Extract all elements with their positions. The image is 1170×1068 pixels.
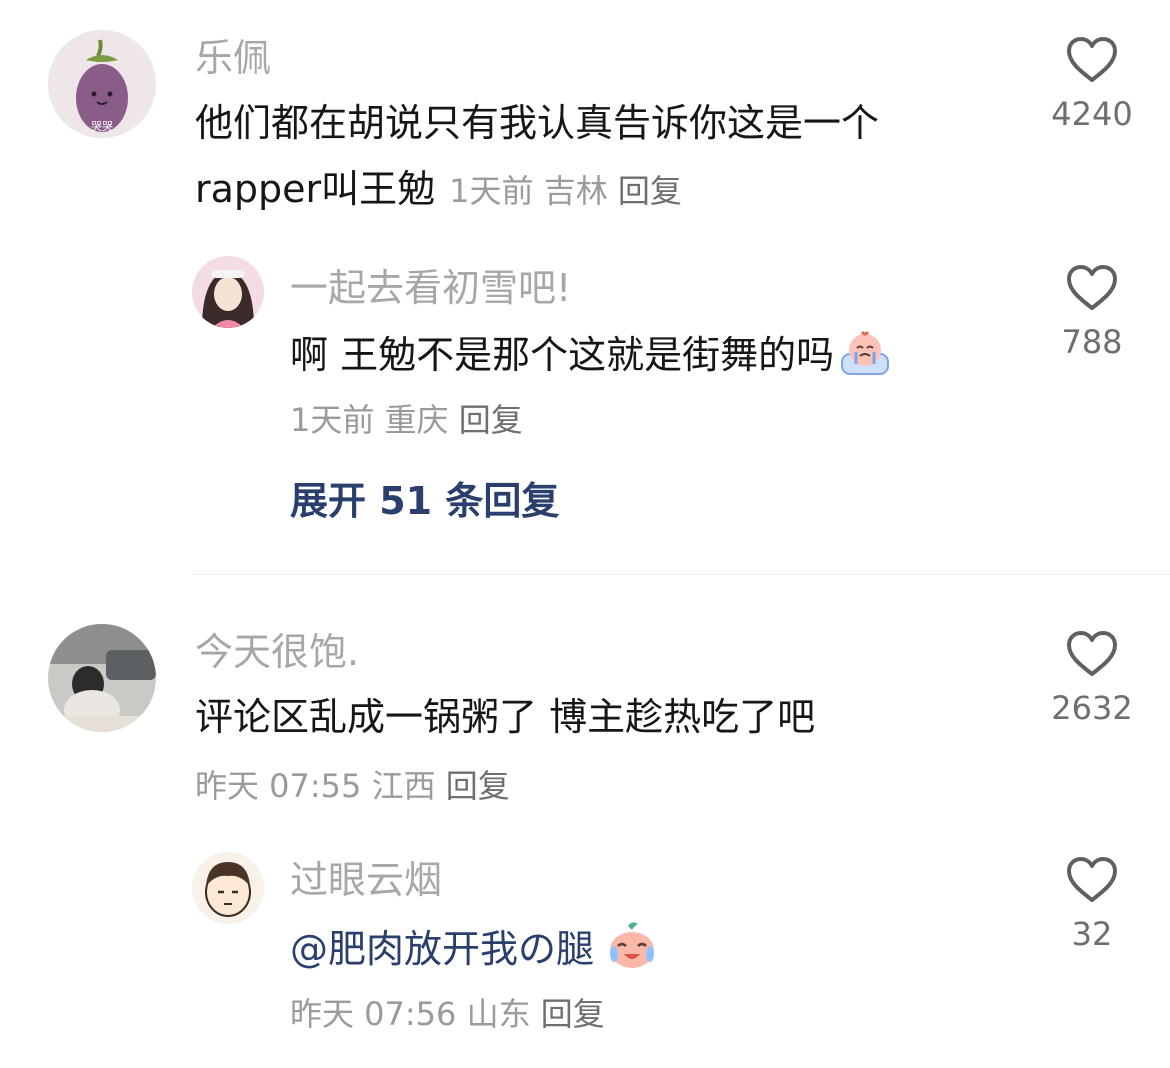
reply-author-name[interactable]: 过眼云烟 — [290, 858, 442, 902]
reply-time: 昨天 07:56 — [290, 995, 457, 1033]
comment-text: 评论区乱成一锅粥了 博主趁热吃了吧 — [195, 695, 816, 739]
comment-text-line-1: 他们都在胡说只有我认真告诉你这是一个 — [195, 101, 880, 145]
comment-time: 1天前 — [449, 172, 534, 210]
reply-button[interactable]: 回复 — [541, 995, 605, 1033]
like-count: 4240 — [1051, 95, 1133, 133]
laughing-crying-peach-emoji — [606, 920, 658, 980]
comment-location: 江西 — [371, 767, 436, 805]
reply-location: 山东 — [466, 995, 531, 1033]
like-button[interactable]: 4240 — [1042, 36, 1142, 134]
comment-text-line-2-content: rapper叫王勉 — [195, 167, 436, 211]
expand-replies-button[interactable]: 展开 51 条回复 — [290, 478, 559, 524]
heart-icon — [1067, 631, 1117, 676]
comment-author-name[interactable]: 乐佩 — [195, 36, 271, 80]
heart-icon — [1067, 265, 1117, 310]
like-button[interactable]: 788 — [1042, 264, 1142, 362]
reply-avatar[interactable] — [192, 852, 264, 924]
like-count: 788 — [1061, 323, 1123, 361]
reply-time: 1天前 — [290, 401, 375, 439]
heart-icon — [1067, 857, 1117, 902]
reply-button[interactable]: 回复 — [618, 172, 682, 210]
reply-text: @肥肉放开我の腿 — [290, 920, 658, 980]
comment-text-line-2: rapper叫王勉 1天前 吉林 回复 — [195, 166, 682, 212]
like-count: 32 — [1071, 915, 1113, 953]
comment-time: 昨天 07:55 — [195, 767, 362, 805]
avatar-caption: 哭哭 — [91, 120, 113, 133]
comment-location: 吉林 — [543, 172, 608, 210]
reply-avatar[interactable] — [192, 256, 264, 328]
reply-meta: 昨天 07:56 山东 回复 — [290, 994, 605, 1034]
heart-icon — [1067, 37, 1117, 82]
like-button[interactable]: 2632 — [1042, 630, 1142, 728]
crying-peach-emoji — [838, 328, 892, 386]
avatar[interactable] — [48, 624, 156, 732]
reply-button[interactable]: 回复 — [446, 767, 510, 805]
reply-location: 重庆 — [384, 401, 449, 439]
like-count: 2632 — [1051, 689, 1133, 727]
reply-meta: 1天前 重庆 回复 — [290, 400, 523, 440]
comment-meta: 1天前 吉林 回复 — [449, 172, 682, 210]
reply-author-name[interactable]: 一起去看初雪吧! — [290, 266, 571, 310]
reply-button[interactable]: 回复 — [459, 401, 523, 439]
divider — [192, 574, 1170, 575]
reply-text-content: 啊 王勉不是那个这就是街舞的吗 — [290, 333, 835, 377]
comment-meta: 昨天 07:55 江西 回复 — [195, 766, 510, 806]
mention-link[interactable]: @肥肉放开我の腿 — [290, 927, 594, 971]
avatar[interactable]: 哭哭 — [48, 30, 156, 138]
reply-text: 啊 王勉不是那个这就是街舞的吗 — [290, 328, 892, 386]
comment-author-name[interactable]: 今天很饱. — [195, 630, 359, 674]
like-button[interactable]: 32 — [1042, 856, 1142, 954]
